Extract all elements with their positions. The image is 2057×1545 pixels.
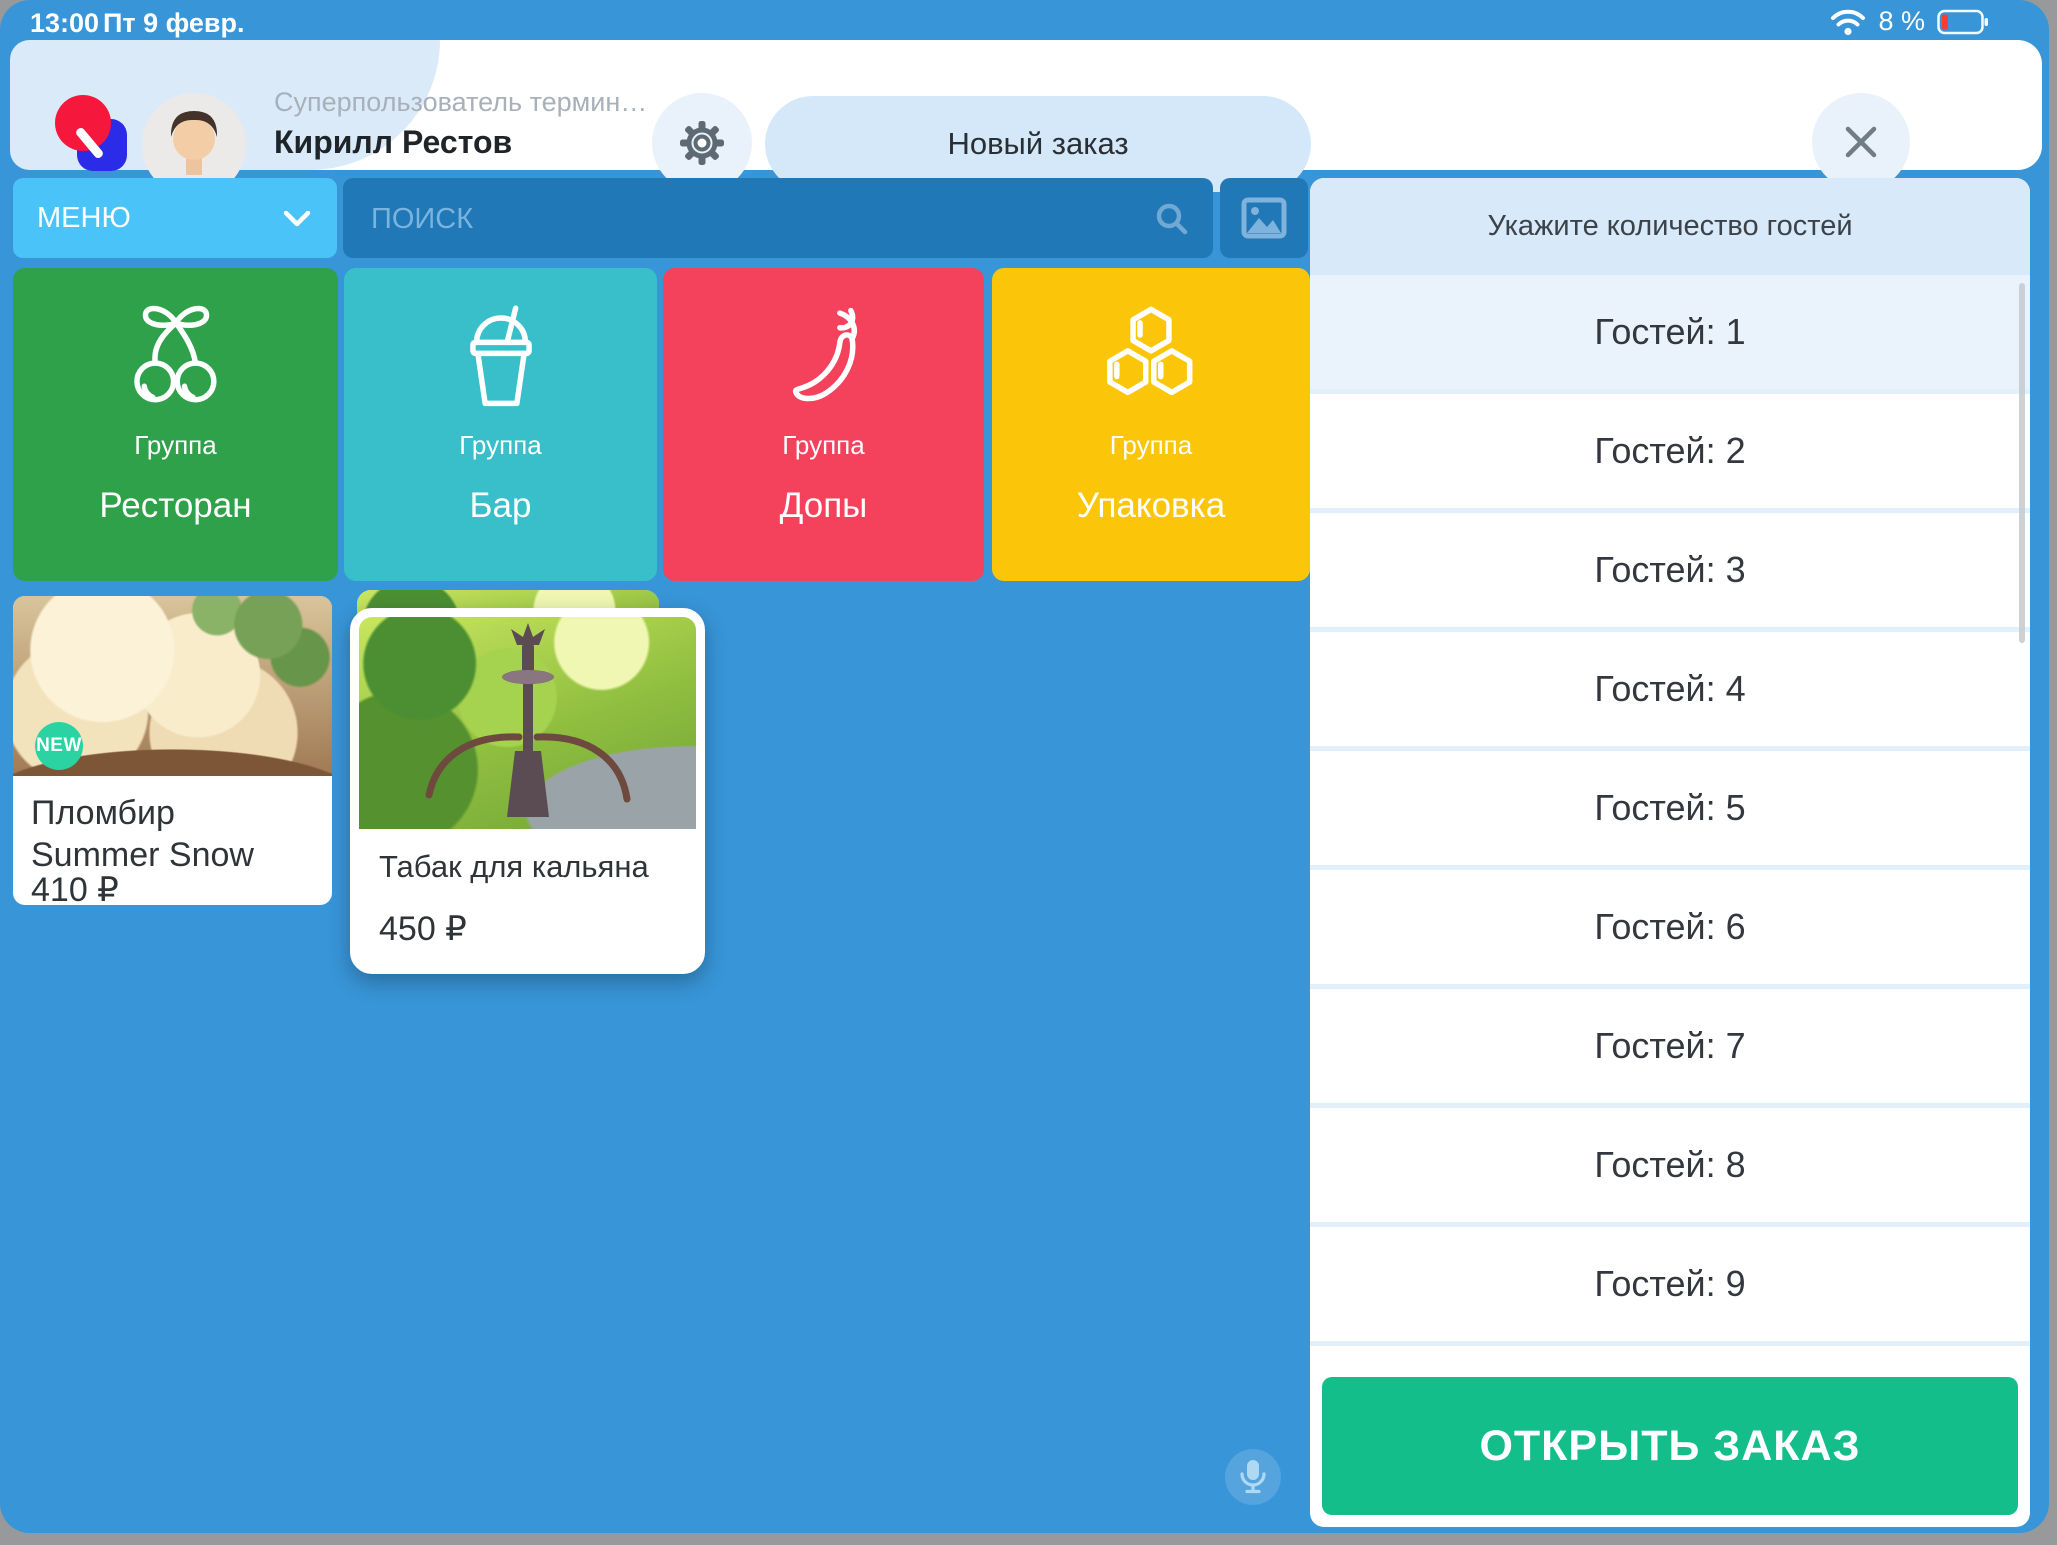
close-icon	[1842, 123, 1880, 161]
photo-icon	[1241, 197, 1287, 239]
header: Суперпользователь термин… Кирилл Рестов	[10, 40, 2042, 170]
chevron-down-icon	[283, 211, 311, 227]
hexagons-icon	[1090, 296, 1212, 418]
tile-name: Упаковка	[992, 486, 1310, 526]
guest-panel-title: Укажите количество гостей	[1310, 178, 2030, 275]
product-price: 450 ₽	[379, 909, 467, 949]
chili-pepper-icon	[763, 296, 885, 418]
guest-row-7[interactable]: Гостей: 7	[1310, 989, 2030, 1108]
guest-row-1[interactable]: Гостей: 1	[1310, 275, 2030, 394]
microphone-icon	[1238, 1459, 1268, 1495]
category-tile-bar[interactable]: Группа Бар	[344, 268, 657, 581]
tile-name: Ресторан	[13, 486, 338, 526]
guest-rows: Гостей: 1 Гостей: 2 Гостей: 3 Гостей: 4 …	[1310, 275, 2030, 1346]
guest-row-3[interactable]: Гостей: 3	[1310, 513, 2030, 632]
product-card-plombir[interactable]: NEW Пломбир Summer Snow 410 ₽	[13, 596, 332, 905]
guest-row-4[interactable]: Гостей: 4	[1310, 632, 2030, 751]
guest-row-5[interactable]: Гостей: 5	[1310, 751, 2030, 870]
status-bar: 13:00 Пт 9 февр. 8 %	[0, 0, 2049, 44]
app-logo	[55, 95, 135, 175]
guest-row-9[interactable]: Гостей: 9	[1310, 1227, 2030, 1346]
product-title: Табак для кальяна	[379, 849, 649, 885]
close-button[interactable]	[1812, 93, 1910, 191]
product-image-hookah	[359, 617, 696, 829]
user-role: Суперпользователь термин…	[274, 87, 647, 118]
tile-sublabel: Группа	[992, 430, 1310, 461]
image-search-button[interactable]	[1220, 178, 1308, 258]
cherries-icon	[115, 296, 237, 418]
category-tile-upakovka[interactable]: Группа Упаковка	[992, 268, 1310, 581]
menu-label: МЕНЮ	[37, 202, 131, 235]
search-input[interactable]	[369, 178, 1133, 260]
product-title: Пломбир Summer Snow	[31, 792, 254, 876]
search-field[interactable]	[343, 178, 1213, 258]
battery-icon	[1937, 8, 1989, 36]
category-tile-dopy[interactable]: Группа Допы	[663, 268, 984, 581]
user-name: Кирилл Рестов	[274, 124, 512, 161]
guest-count-panel: Укажите количество гостей Гостей: 1 Гост…	[1310, 178, 2030, 1527]
pos-app: 13:00 Пт 9 февр. 8 %	[0, 0, 2049, 1533]
open-order-label: ОТКРЫТЬ ЗАКАЗ	[1479, 1422, 1860, 1471]
open-order-button[interactable]: ОТКРЫТЬ ЗАКАЗ	[1322, 1377, 2018, 1515]
product-card-tabak[interactable]: Табак для кальяна 450 ₽	[350, 608, 705, 974]
guest-row-6[interactable]: Гостей: 6	[1310, 870, 2030, 989]
battery-percent: 8 %	[1878, 6, 1925, 37]
tile-sublabel: Группа	[344, 430, 657, 461]
tile-name: Бар	[344, 486, 657, 526]
scrollbar[interactable]	[2019, 283, 2025, 643]
new-order-label: Новый заказ	[947, 126, 1128, 162]
date: Пт 9 февр.	[103, 8, 245, 39]
tile-sublabel: Группа	[13, 430, 338, 461]
new-badge: NEW	[35, 722, 83, 770]
product-price: 410 ₽	[31, 870, 119, 905]
wifi-icon	[1830, 8, 1866, 36]
microphone-button[interactable]	[1225, 1449, 1281, 1505]
guest-row-8[interactable]: Гостей: 8	[1310, 1108, 2030, 1227]
search-icon	[1155, 202, 1189, 236]
menu-dropdown[interactable]: МЕНЮ	[13, 178, 337, 258]
gear-icon	[678, 119, 726, 167]
clock: 13:00	[30, 8, 99, 39]
drink-cup-icon	[440, 296, 562, 418]
tile-name: Допы	[663, 486, 984, 526]
guest-row-2[interactable]: Гостей: 2	[1310, 394, 2030, 513]
category-tile-restoran[interactable]: Группа Ресторан	[13, 268, 338, 581]
tile-sublabel: Группа	[663, 430, 984, 461]
